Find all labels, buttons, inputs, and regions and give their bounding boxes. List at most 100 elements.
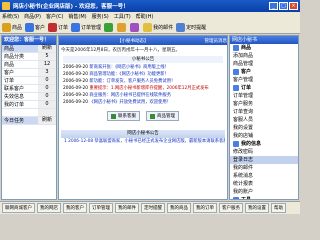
menu-item[interactable]: 系统(S) [2,13,19,20]
menu-item[interactable]: 销售(M) [68,13,86,20]
toolbar-button[interactable]: 客户 [25,22,45,32]
news-item[interactable]: 2006-09-20 新功能：订单发货，客户服务人员免费试用！ [59,78,227,85]
announcement-row[interactable]: 1 2006-12-08 恭喜联盟商家，小秘书已经正式发布企业网店版，最新版本请… [61,138,225,146]
toolbar-button[interactable]: 商品 [2,22,22,32]
admin-messages-link[interactable]: 管理员消息 [205,38,228,44]
nav-item[interactable]: 订单管理 [230,92,298,100]
nav-item[interactable]: 我的邮件 [230,164,298,172]
title-bar: 网店小秘书(企业网店版) - 欢迎您，客服一号！ _ □ × [0,0,300,12]
nav-label: 客户管理 [233,77,254,83]
toolbar-button[interactable]: 我的邮件 [143,22,173,32]
nav-item[interactable]: 客服人员 [230,116,298,124]
minimize-button[interactable]: _ [269,2,278,10]
nav-group-header[interactable]: 订单 [230,84,298,92]
toolbar-button[interactable]: 订单管理 [71,22,101,32]
toolbar-button[interactable]: 定时提醒 [176,22,206,32]
toolbar-button[interactable] [117,22,127,32]
taskbar-button[interactable]: 客户服务 [219,203,243,213]
stats-value: 0 [38,101,56,108]
nav-label: 我的设置 [233,125,254,131]
announcement-title: 网店小秘书公告 [61,130,225,138]
news-item[interactable]: 2006-09-20 商业服务：网店小秘书已提供在线软件服务 [59,92,227,99]
nav-label: 商品管理 [233,61,254,67]
stats-row[interactable]: 商品分类 5 [2,53,56,61]
toolbar-icon [2,22,11,32]
taskbar-button[interactable]: 我的商品 [167,203,191,213]
toolbar-button[interactable] [104,22,114,32]
stats-row[interactable]: 商品 12 [2,61,56,69]
close-button[interactable]: × [289,2,298,10]
nav-item[interactable]: 登录日志 [230,156,298,164]
nav-label: 客户 [241,69,252,75]
stats-row[interactable]: 客户 3 [2,69,56,77]
toolbar-icon [71,22,81,32]
stats-row[interactable]: 失效信息 0 [2,93,56,101]
nav-item[interactable]: 我的账户 [230,188,298,196]
main-panel: 【小秘书动态】 管理员消息 今天是2006年12月8日，农历丙戌年十一月十八，星… [58,35,228,200]
news-date: 2006-09-20 [63,65,88,70]
right-nav-header: 网店小秘书 [230,36,298,44]
folder-icon [233,141,239,147]
news-item[interactable]: 2006-09-20 新商家开张：《网店小秘书》商用版上线！ [59,64,227,71]
nav-item[interactable]: 客户管理 [230,76,298,84]
stats-value: 0 [38,93,56,100]
nav-group-header[interactable]: 商品 [230,44,298,52]
product-manage-button[interactable]: 商品管理 [146,111,179,121]
toolbar-button[interactable]: 订单 [48,22,68,32]
app-icon [2,2,10,10]
nav-group-header[interactable]: 客户 [230,68,298,76]
nav-group-header[interactable]: 我的信息 [230,140,298,148]
nav-item[interactable]: 我的店铺 [230,132,298,140]
news-item[interactable]: 2006-09-20 重要提示：1.网店小秘书新增库存提醒，2006年12月正式… [59,85,227,92]
toolbar-button[interactable] [130,22,140,32]
taskbar-button[interactable]: 帮助 [271,203,286,213]
taskbar-button[interactable]: 我的设置 [245,203,269,213]
stats-label: 订单 [4,78,15,84]
news-title: 商业服务：网店小秘书已提供在线软件服务 [89,93,171,98]
nav-item[interactable]: 订单查询 [230,108,298,116]
news-date: 2006-09-20 [63,86,88,91]
nav-label: 我的信息 [241,141,262,147]
stats-value: 刷新 [38,117,56,124]
nav-item[interactable]: 我的设置 [230,124,298,132]
taskbar-button[interactable]: 我的邮件 [115,203,139,213]
nav-item[interactable]: 统计报表 [230,180,298,188]
stats-row[interactable] [2,109,56,117]
stats-row[interactable]: 我的订单 0 [2,101,56,109]
stats-row[interactable]: 今日任务 刷新 [2,117,56,125]
contact-support-button[interactable]: 联系客服 [107,111,140,121]
taskbar-button[interactable]: 我的网店 [37,203,61,213]
nav-label: 订单管理 [233,93,254,99]
nav-item[interactable]: 客户服务 [230,100,298,108]
stats-row[interactable]: 订单 0 [2,77,56,85]
taskbar-button[interactable]: 定时提醒 [141,203,165,213]
maximize-button[interactable]: □ [279,2,288,10]
news-item[interactable]: 2006-09-20 商品管理功能：《网店小秘书》功能更新！ [59,71,227,78]
taskbar-button[interactable]: 联网商城客户 [2,203,35,213]
menu-item[interactable]: 服务(S) [92,13,109,20]
nav-item[interactable]: 商品管理 [230,60,298,68]
stats-row[interactable]: 商品 刷新 [2,45,56,53]
menu-item[interactable]: 工具(T) [114,13,131,20]
taskbar-button[interactable]: 订单管理 [89,203,113,213]
menu-item[interactable]: 帮助(H) [136,13,154,20]
main-header: 【小秘书动态】 管理员消息 [59,36,227,45]
menu-item[interactable]: 客户(C) [46,13,63,20]
stats-row[interactable]: 联系客户 0 [2,85,56,93]
nav-label: 修改密码 [233,149,254,155]
main-header-title: 【小秘书动态】 [117,38,149,44]
toolbar: 商品 客户 订单 订单管理 我的邮件 定时提醒 [0,21,300,34]
nav-label: 系统消息 [233,173,254,179]
nav-label: 我的账户 [233,189,254,195]
nav-item[interactable]: 修改密码 [230,148,298,156]
news-date: 2006-09-20 [63,72,88,77]
nav-item[interactable]: 添加商品 [230,52,298,60]
taskbar-button[interactable]: 我的客户 [63,203,87,213]
news-title: 《网店小秘书》开放免费试用，欢迎使用！ [89,100,171,105]
tab-announcements[interactable]: 小秘书公告 [63,56,223,63]
nav-item[interactable]: 系统消息 [230,172,298,180]
taskbar-button[interactable]: 我的订单 [193,203,217,213]
news-item[interactable]: 2006-09-20 《网店小秘书》开放免费试用，欢迎使用！ [59,99,227,106]
nav-group-header[interactable]: 工具 [230,196,298,199]
menu-item[interactable]: 商品(P) [24,13,41,20]
